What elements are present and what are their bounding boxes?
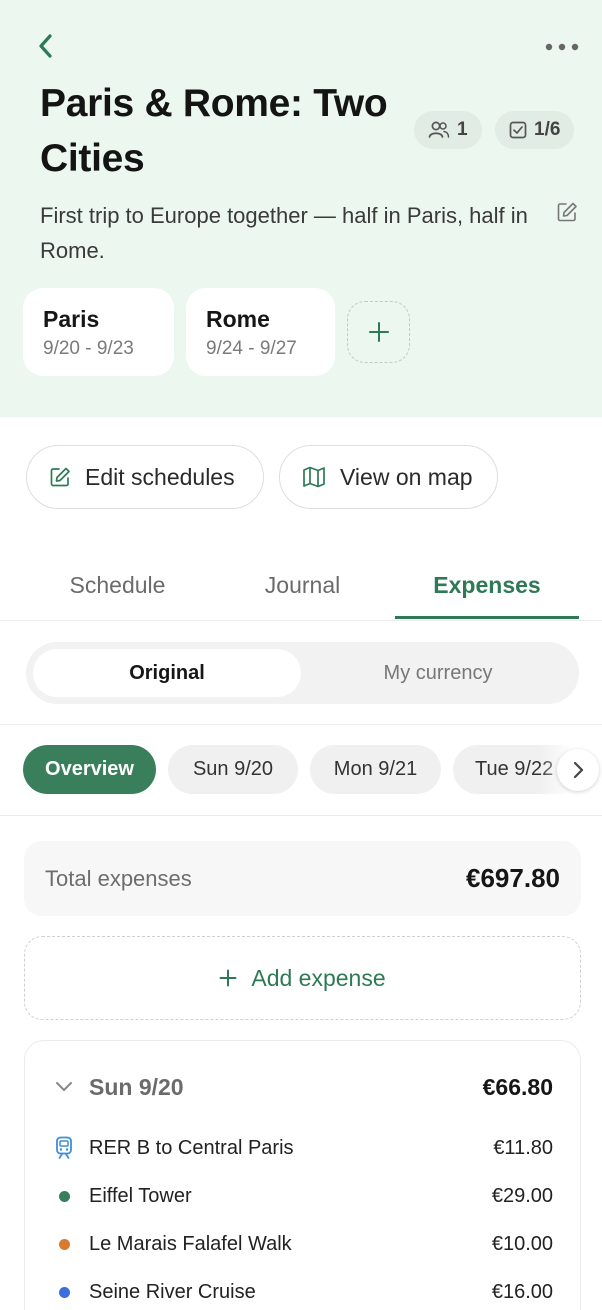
trip-description: First trip to Europe together — half in … xyxy=(40,203,528,263)
city-dates: 9/24 - 9/27 xyxy=(206,338,297,359)
total-expenses-card: Total expenses €697.80 xyxy=(24,841,581,916)
category-dot xyxy=(58,1190,70,1202)
edit-icon xyxy=(50,467,70,487)
day-group-title: Sun 9/20 xyxy=(89,1073,184,1100)
active-tab-indicator xyxy=(395,616,579,619)
expense-name: Le Marais Falafel Walk xyxy=(89,1232,292,1255)
expense-name: Eiffel Tower xyxy=(89,1184,192,1207)
divider xyxy=(0,724,602,725)
tasks-badge[interactable]: 1/6 xyxy=(495,111,575,149)
plus-icon xyxy=(368,322,389,342)
expense-item[interactable]: RER B to Central Paris €11.80 xyxy=(53,1133,553,1163)
divider xyxy=(0,815,602,816)
expense-name: RER B to Central Paris xyxy=(89,1136,294,1159)
back-button[interactable] xyxy=(28,28,64,64)
chevron-left-icon xyxy=(39,34,52,58)
day-group-header[interactable]: Sun 9/20 €66.80 xyxy=(53,1069,553,1105)
expense-amount: €11.80 xyxy=(493,1136,553,1159)
add-expense-button[interactable]: Add expense xyxy=(24,936,581,1020)
map-icon xyxy=(303,466,325,488)
add-city-button[interactable] xyxy=(347,301,410,363)
tab-journal[interactable]: Journal xyxy=(205,552,400,619)
view-on-map-button[interactable]: View on map xyxy=(279,445,498,509)
expense-amount: €16.00 xyxy=(491,1280,553,1303)
city-card-rome[interactable]: Rome 9/24 - 9/27 xyxy=(186,288,335,376)
tab-expenses[interactable]: Expenses xyxy=(390,552,584,619)
expense-item[interactable]: Le Marais Falafel Walk €10.00 xyxy=(53,1229,553,1259)
edit-icon xyxy=(557,202,577,222)
travelers-badge[interactable]: 1 xyxy=(414,111,482,149)
day-group-total: €66.80 xyxy=(482,1073,553,1100)
expense-item[interactable]: Seine River Cruise €16.00 xyxy=(53,1277,553,1307)
people-icon xyxy=(428,121,450,138)
chevron-down-icon xyxy=(56,1082,72,1091)
currency-toggle: Original My currency xyxy=(26,642,579,704)
city-name: Rome xyxy=(206,306,270,332)
scroll-chips-next-button[interactable] xyxy=(557,749,599,791)
plus-icon xyxy=(219,969,237,987)
day-filter-chips: Overview Sun 9/20 Mon 9/21 Tue 9/22 xyxy=(0,745,602,795)
city-card-paris[interactable]: Paris 9/20 - 9/23 xyxy=(23,288,174,376)
expense-name: Seine River Cruise xyxy=(89,1280,256,1303)
edit-schedules-button[interactable]: Edit schedules xyxy=(26,445,264,509)
total-expenses-value: €697.80 xyxy=(466,863,560,893)
expense-amount: €29.00 xyxy=(491,1184,553,1207)
chip-day[interactable]: Mon 9/21 xyxy=(310,745,441,794)
day-expense-group: Sun 9/20 €66.80 RER B to Central Paris €… xyxy=(24,1040,581,1310)
chevron-right-icon xyxy=(573,761,584,779)
total-expenses-label: Total expenses xyxy=(45,865,192,891)
trip-title: Paris & Rome: Two Cities xyxy=(40,82,388,180)
tab-schedule[interactable]: Schedule xyxy=(20,552,215,619)
chip-overview[interactable]: Overview xyxy=(23,745,156,794)
chip-day[interactable]: Sun 9/20 xyxy=(168,745,298,794)
edit-description-button[interactable] xyxy=(553,198,581,226)
category-dot xyxy=(58,1238,70,1250)
checkbox-icon xyxy=(509,121,527,139)
city-name: Paris xyxy=(43,306,100,332)
tasks-progress: 1/6 xyxy=(534,119,561,140)
trip-tabs: Schedule Journal Expenses xyxy=(0,552,602,621)
travelers-count: 1 xyxy=(457,119,468,140)
expense-amount: €10.00 xyxy=(491,1232,553,1255)
more-options-button[interactable] xyxy=(540,34,584,60)
expense-item[interactable]: Eiffel Tower €29.00 xyxy=(53,1181,553,1211)
train-icon xyxy=(53,1136,75,1160)
city-dates: 9/20 - 9/23 xyxy=(43,338,134,359)
view-on-map-label: View on map xyxy=(340,463,473,490)
edit-schedules-label: Edit schedules xyxy=(85,463,235,490)
currency-option-my-currency[interactable]: My currency xyxy=(304,649,572,697)
currency-option-original[interactable]: Original xyxy=(33,649,301,697)
category-dot xyxy=(58,1286,70,1298)
add-expense-label: Add expense xyxy=(251,964,386,991)
more-horizontal-icon xyxy=(545,43,579,51)
